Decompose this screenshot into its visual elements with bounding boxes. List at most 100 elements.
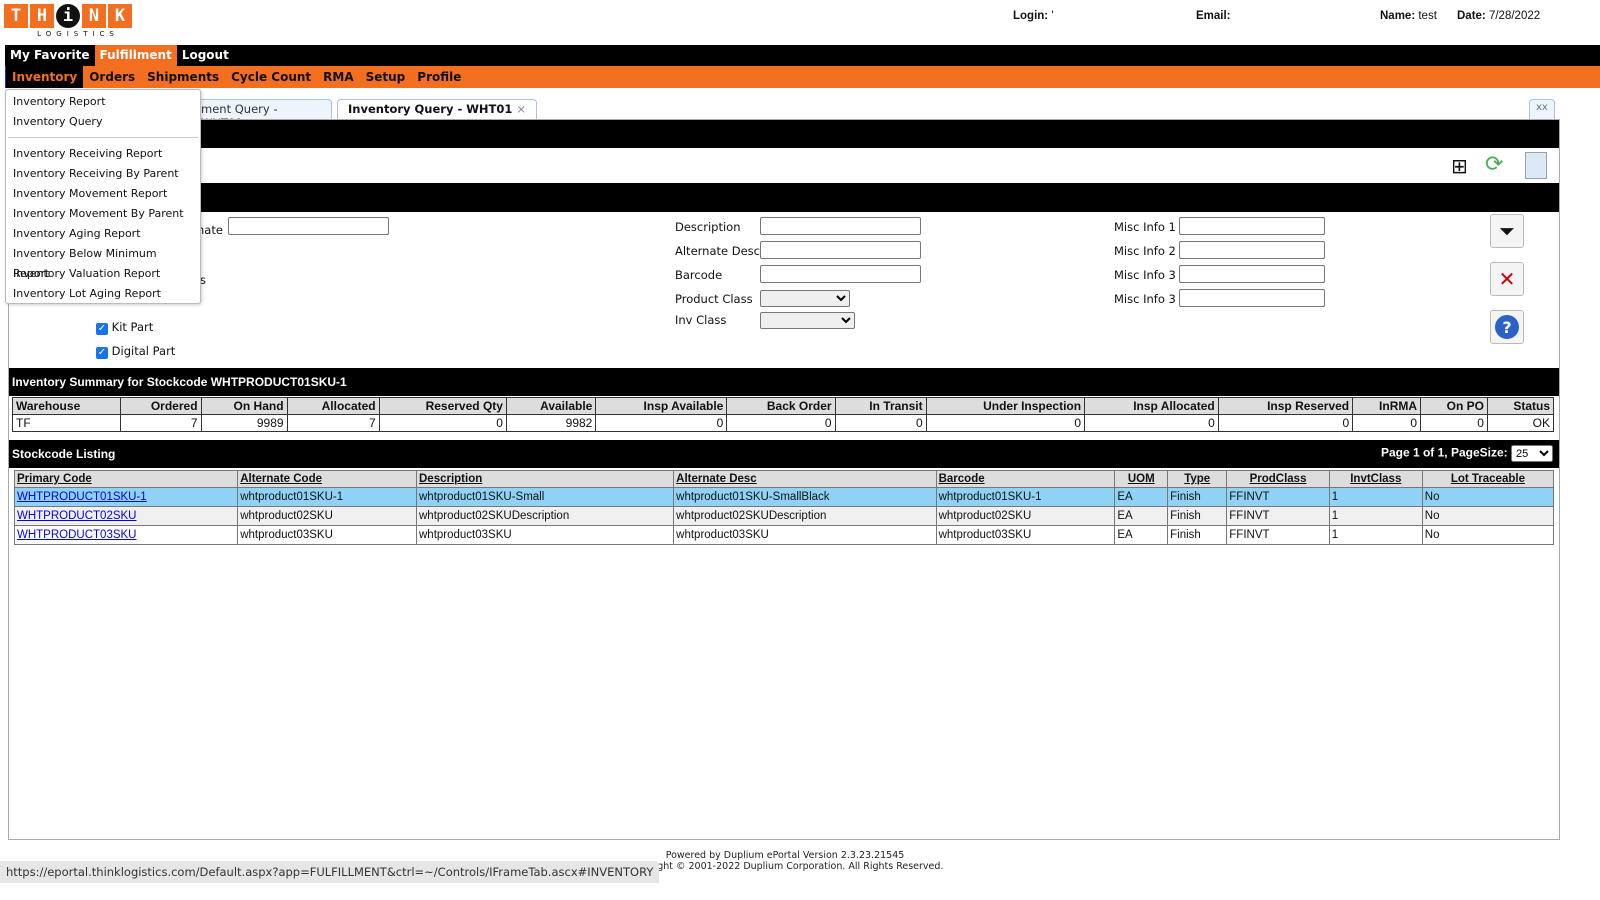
close-icon[interactable]: × — [516, 102, 526, 116]
footer-version: Powered by Duplium ePortal Version 2.3.2… — [665, 850, 905, 861]
tab-inventory-query[interactable]: Inventory Query - WHT01 × — [337, 99, 538, 119]
listing-column-header[interactable]: Alternate Code — [237, 470, 417, 488]
listing-column-header[interactable]: Barcode — [935, 470, 1116, 488]
nav-my-favorite[interactable]: My Favorite — [5, 45, 95, 66]
menu-item[interactable]: Inventory Aging Report — [6, 224, 200, 244]
digital-part-checkbox[interactable]: ✓ Digital Part — [96, 344, 175, 359]
nav-orders[interactable]: Orders — [83, 66, 141, 88]
top-nav: My Favorite Fulfillment Logout — [5, 45, 1600, 66]
refresh-icon[interactable]: ⟳ — [1485, 152, 1503, 177]
listing-column-header[interactable]: ProdClass — [1226, 470, 1330, 488]
search-bar-header — [9, 183, 1559, 212]
duplium-link[interactable]: Duplium Corporation — [743, 861, 842, 872]
inv-class-label: Inv Class — [675, 313, 727, 327]
description-input[interactable] — [760, 217, 921, 235]
barcode-input[interactable] — [760, 265, 921, 283]
table-row[interactable]: WHTPRODUCT03SKU whtproduct03SKU whtproduct… — [13, 525, 1555, 545]
logo-letter: T — [4, 4, 28, 28]
menu-item[interactable]: Inventory Receiving Report — [6, 144, 200, 164]
misc-info-1-label: Misc Info 1 — [1114, 220, 1176, 234]
table-row[interactable]: WHTPRODUCT02SKU whtproduct02SKU whtproduct… — [13, 506, 1555, 526]
nav-logout[interactable]: Logout — [177, 45, 234, 66]
product-class-label: Product Class — [675, 292, 753, 306]
listing-column-header[interactable]: UOM — [1114, 470, 1169, 488]
table-cell: Finish — [1167, 525, 1228, 545]
summary-column-header: Back Order — [726, 397, 836, 415]
filter-grid-icon[interactable]: ⊞ — [1451, 154, 1468, 178]
menu-item[interactable]: Inventory Query — [6, 112, 200, 132]
summary-cell: 0 — [378, 414, 507, 432]
alternate-desc-label: Alternate Desc — [675, 244, 760, 258]
menu-item[interactable]: Inventory Receiving By Parent — [6, 164, 200, 184]
checkbox-checked-icon[interactable]: ✓ — [96, 347, 108, 359]
summary-column-header: Insp Allocated — [1084, 397, 1219, 415]
name-info: Name: test — [1380, 10, 1437, 22]
misc-info-2-input[interactable] — [1179, 241, 1325, 259]
listing-column-header[interactable]: Type — [1167, 470, 1228, 488]
summary-cell: 0 — [595, 414, 728, 432]
nav-shipments[interactable]: Shipments — [141, 66, 225, 88]
help-button[interactable]: ? — [1490, 310, 1524, 344]
status-bar-url: https://eportal.thinklogistics.com/Defau… — [0, 861, 660, 883]
listing-column-header[interactable]: Primary Code — [13, 470, 239, 488]
listing-column-header[interactable]: Lot Traceable — [1421, 470, 1555, 488]
sub-nav: Inventory Orders Shipments Cycle Count R… — [5, 66, 1600, 88]
listing-title-bar: Stockcode Listing Page 1 of 1, PageSize:… — [9, 440, 1559, 468]
filter-button[interactable]: ⏷ — [1490, 214, 1524, 248]
primary-code-link[interactable]: WHTPRODUCT01SKU-1 — [17, 491, 147, 503]
summary-column-header: Warehouse — [12, 397, 121, 415]
pager-text: Page 1 of 1, PageSize: — [1380, 445, 1508, 460]
table-cell: EA — [1114, 506, 1169, 526]
close-all-tabs-button[interactable]: xx — [1529, 99, 1555, 119]
summary-column-header: In Transit — [834, 397, 927, 415]
product-class-select[interactable] — [760, 290, 850, 307]
inv-class-select[interactable] — [760, 312, 855, 329]
table-row[interactable]: WHTPRODUCT01SKU-1 whtproduct01SKU-1 whtpro… — [13, 487, 1555, 507]
misc-info-2-label: Misc Info 2 — [1114, 244, 1176, 258]
misc-info-3-input[interactable] — [1179, 265, 1325, 283]
menu-item[interactable]: Inventory Lot Aging Report — [6, 284, 200, 304]
misc-info-3-label: Misc Info 3 — [1114, 268, 1176, 282]
summary-column-header: Available — [505, 397, 597, 415]
table-cell: Finish — [1167, 487, 1228, 507]
logo-letter: N — [82, 4, 106, 28]
menu-item[interactable]: Inventory Valuation Report — [6, 264, 200, 284]
summary-cell: OK — [1486, 414, 1555, 432]
nav-rma[interactable]: RMA — [317, 66, 359, 88]
nav-profile[interactable]: Profile — [411, 66, 467, 88]
listing-column-header[interactable]: Description — [415, 470, 675, 488]
menu-item[interactable]: Inventory Movement Report — [6, 184, 200, 204]
primary-code-link[interactable]: WHTPRODUCT02SKU — [17, 510, 136, 522]
description-label: Description — [675, 220, 741, 234]
inventory-dropdown-menu: Inventory Report Inventory Query Invento… — [5, 89, 201, 304]
page-size-select[interactable]: 25 — [1511, 445, 1553, 462]
summary-cell: 0 — [1217, 414, 1354, 432]
table-cell: whtproduct02SKU — [237, 506, 417, 526]
listing-column-header[interactable]: Alternate Desc — [673, 470, 937, 488]
nav-fulfillment[interactable]: Fulfillment — [94, 45, 177, 66]
primary-code-link[interactable]: WHTPRODUCT03SKU — [17, 529, 136, 541]
barcode-label: Barcode — [675, 268, 723, 282]
misc-info-3b-input[interactable] — [1179, 289, 1325, 307]
logo-letter: K — [108, 4, 132, 28]
summary-cell: TF — [12, 414, 121, 432]
misc-info-1-input[interactable] — [1179, 217, 1325, 235]
help-icon: ? — [1495, 315, 1519, 339]
clear-filter-button[interactable]: ✕ — [1490, 262, 1524, 296]
export-report-icon[interactable] — [1525, 152, 1547, 179]
summary-column-header: Allocated — [286, 397, 380, 415]
menu-item[interactable]: Inventory Movement By Parent — [6, 204, 200, 224]
menu-item[interactable]: Inventory Below Minimum Report — [6, 244, 200, 280]
alternate-code-input[interactable] — [228, 217, 389, 235]
table-cell: whtproduct02SKU — [935, 506, 1116, 526]
logo-subtitle: LOGISTICS — [37, 30, 119, 38]
nav-cycle-count[interactable]: Cycle Count — [225, 66, 317, 88]
alternate-desc-input[interactable] — [760, 241, 921, 259]
listing-column-header[interactable]: InvtClass — [1328, 470, 1423, 488]
checkbox-checked-icon[interactable]: ✓ — [96, 323, 108, 335]
kit-part-checkbox[interactable]: ✓ Kit Part — [96, 320, 153, 335]
nav-inventory[interactable]: Inventory — [5, 66, 84, 88]
menu-item[interactable]: Inventory Report — [6, 92, 200, 112]
summary-column-header: On PO — [1420, 397, 1488, 415]
nav-setup[interactable]: Setup — [360, 66, 412, 88]
